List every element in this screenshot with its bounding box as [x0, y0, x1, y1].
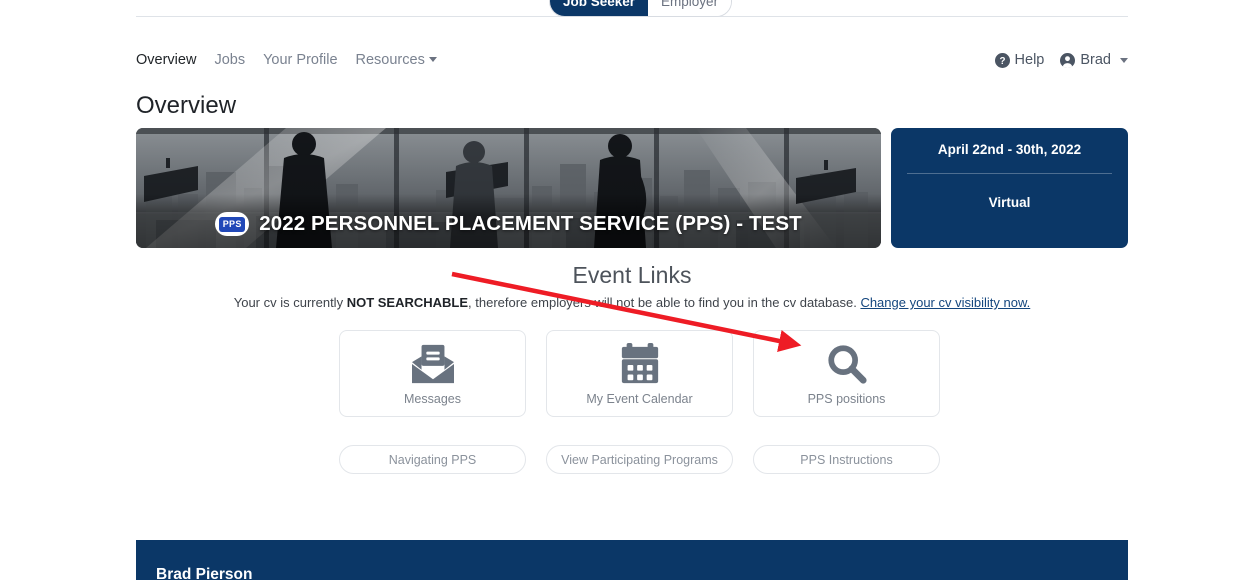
- pill-view-participating-programs[interactable]: View Participating Programs: [546, 445, 733, 474]
- banner-content: PPS 2022 PERSONNEL PLACEMENT SERVICE (PP…: [136, 212, 881, 236]
- card-pps-positions[interactable]: PPS positions: [753, 330, 940, 417]
- svg-text:?: ?: [999, 55, 1005, 66]
- chevron-down-icon: [1120, 57, 1128, 63]
- card-calendar-label: My Event Calendar: [586, 391, 693, 406]
- cv-status-badge: NOT SEARCHABLE: [346, 295, 469, 310]
- card-messages[interactable]: Messages: [339, 330, 526, 417]
- chevron-down-icon: [428, 57, 437, 63]
- card-my-event-calendar[interactable]: My Event Calendar: [546, 330, 733, 417]
- overview-page: Job Seeker Employer Overview Jobs Your P…: [0, 0, 1234, 580]
- nav-item-resources-label: Resources: [355, 51, 425, 68]
- user-menu-label: Brad: [1080, 52, 1111, 68]
- pill-navigating-pps[interactable]: Navigating PPS: [339, 445, 526, 474]
- red-annotation-arrow: [451, 271, 802, 353]
- nav-right-group: ? Help Brad: [994, 52, 1128, 68]
- user-profile-panel: Brad Pierson: [136, 540, 1128, 580]
- cv-visibility-notice: Your cv is currently NOT SEARCHABLE, the…: [136, 294, 1128, 312]
- tab-job-seeker[interactable]: Job Seeker: [550, 0, 649, 16]
- banner-title: 2022 PERSONNEL PLACEMENT SERVICE (PPS) -…: [259, 212, 802, 235]
- audience-toggle[interactable]: Job Seeker Employer: [549, 0, 733, 17]
- pps-badge-icon: PPS: [215, 212, 250, 236]
- calendar-icon: [619, 342, 661, 386]
- card-pps-positions-label: PPS positions: [807, 391, 886, 406]
- help-button[interactable]: ? Help: [994, 52, 1045, 68]
- question-circle-icon: ?: [994, 52, 1010, 68]
- nav-links: Overview Jobs Your Profile Resources: [136, 53, 437, 68]
- person-circle-icon: [1060, 52, 1076, 68]
- event-links-heading: Event Links: [572, 262, 692, 288]
- pill-pps-instructions[interactable]: PPS Instructions: [753, 445, 940, 474]
- date-card-divider: [907, 173, 1112, 174]
- cv-notice-prefix: Your cv is currently: [233, 295, 347, 310]
- event-link-cards: Messages My Event Calendar PPS positions: [339, 330, 940, 417]
- user-menu-button[interactable]: Brad: [1060, 52, 1128, 68]
- tab-employer[interactable]: Employer: [648, 0, 732, 16]
- event-dates: April 22nd - 30th, 2022: [937, 142, 1082, 157]
- event-link-pills: Navigating PPS View Participating Progra…: [339, 445, 940, 474]
- nav-item-resources[interactable]: Resources: [356, 53, 437, 68]
- profile-name: Brad Pierson: [156, 566, 253, 580]
- nav-item-overview[interactable]: Overview: [136, 53, 196, 68]
- audience-toggle-strip: Job Seeker Employer: [0, 0, 1234, 22]
- event-format: Virtual: [988, 195, 1031, 210]
- envelope-open-document-icon: [410, 342, 456, 386]
- cv-notice-middle: , therefore employers will not be able t…: [468, 295, 861, 310]
- page-title: Overview: [136, 92, 237, 119]
- main-navbar: Overview Jobs Your Profile Resources ? H…: [136, 44, 1128, 76]
- card-messages-label: Messages: [404, 391, 461, 406]
- help-label: Help: [1014, 52, 1045, 68]
- event-banner[interactable]: PPS 2022 PERSONNEL PLACEMENT SERVICE (PP…: [136, 128, 881, 248]
- magnifying-glass-icon: [826, 342, 868, 386]
- change-cv-visibility-link[interactable]: Change your cv visibility now.: [860, 295, 1030, 310]
- event-date-card: April 22nd - 30th, 2022 Virtual: [891, 128, 1128, 248]
- nav-item-your-profile[interactable]: Your Profile: [263, 53, 337, 68]
- pps-badge-text: PPS: [219, 216, 246, 232]
- nav-item-jobs[interactable]: Jobs: [214, 53, 245, 68]
